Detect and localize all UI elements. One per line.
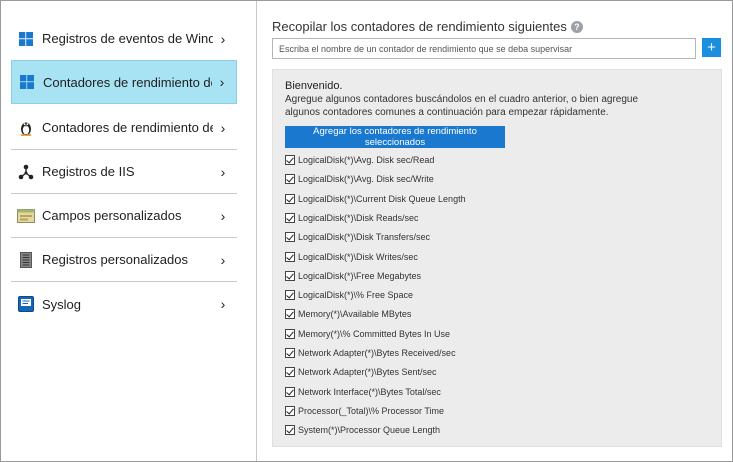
counter-checkbox[interactable] xyxy=(285,155,295,165)
help-icon[interactable]: ? xyxy=(570,20,583,33)
counter-label: Network Adapter(*)\Bytes Sent/sec xyxy=(298,367,437,378)
counter-item[interactable]: LogicalDisk(*)\Avg. Disk sec/Write xyxy=(285,172,434,186)
counter-label: Memory(*)\% Committed Bytes In Use xyxy=(298,328,451,339)
counter-item[interactable]: LogicalDisk(*)\Disk Transfers/sec xyxy=(285,230,430,244)
syslog-book-icon xyxy=(17,295,35,313)
counter-checkbox[interactable] xyxy=(285,405,295,416)
chevron-right-icon: › xyxy=(220,30,226,47)
welcome-text: Agregue algunos contadores buscándolos e… xyxy=(285,94,639,118)
counter-label: System(*)\Processor Queue Length xyxy=(298,425,441,436)
counter-label: Processor(_Total)\% Processor Time xyxy=(298,405,445,416)
counter-label: Memory(*)\Available MBytes xyxy=(298,309,412,320)
counter-item[interactable]: LogicalDisk(*)\Current Disk Queue Length xyxy=(285,192,466,206)
counter-item[interactable]: Network Adapter(*)\Bytes Received/sec xyxy=(285,346,456,360)
counter-item[interactable]: System(*)\Processor Queue Length xyxy=(285,423,440,437)
counter-checkbox[interactable] xyxy=(285,348,295,358)
counter-item[interactable]: LogicalDisk(*)\Disk Writes/sec xyxy=(285,250,418,264)
sidebar-item-windows-event-logs[interactable]: Registros de eventos de Windows › xyxy=(11,17,237,61)
sidebar-item-label: Registros personalizados xyxy=(42,252,188,267)
counter-item[interactable]: Network Interface(*)\Bytes Total/sec xyxy=(285,385,441,399)
counter-item[interactable]: LogicalDisk(*)\% Free Space xyxy=(285,288,413,302)
add-selected-counters-button[interactable]: Agregar los contadores de rendimiento se… xyxy=(285,126,505,148)
sidebar-item-label: Registros de eventos de Windows xyxy=(42,31,213,46)
custom-fields-icon xyxy=(17,207,35,225)
counter-item[interactable]: LogicalDisk(*)\Free Megabytes xyxy=(285,269,421,283)
chevron-right-icon: › xyxy=(220,296,226,312)
sidebar-item-custom-fields[interactable]: Campos personalizados › xyxy=(11,194,237,238)
add-counter-button[interactable]: + xyxy=(702,38,721,57)
counter-label: LogicalDisk(*)\Avg. Disk sec/Read xyxy=(298,155,435,165)
linux-penguin-icon xyxy=(17,119,35,137)
counter-search-input[interactable] xyxy=(272,38,696,59)
server-document-icon xyxy=(17,251,35,269)
sidebar-item-iis-logs[interactable]: Registros de IIS › xyxy=(11,150,237,194)
counter-checkbox[interactable] xyxy=(285,232,295,243)
sidebar-item-label: Campos personalizados xyxy=(42,208,182,223)
sidebar-item-custom-logs[interactable]: Registros personalizados › xyxy=(11,238,237,282)
section-title-text: Recopilar los contadores de rendimiento … xyxy=(272,19,567,34)
main-content: Recopilar los contadores de rendimiento … xyxy=(258,1,732,461)
counters-panel: Bienvenido. Agregue algunos contadores b… xyxy=(272,69,722,447)
counter-checkbox[interactable] xyxy=(285,193,295,204)
counter-label: LogicalDisk(*)\Disk Reads/sec xyxy=(298,212,419,223)
counter-checkbox[interactable] xyxy=(285,270,295,281)
chevron-right-icon: › xyxy=(220,251,226,268)
counter-label: LogicalDisk(*)\Disk Writes/sec xyxy=(298,251,418,262)
counter-item[interactable]: Memory(*)\Available MBytes xyxy=(285,307,411,321)
sidebar-item-windows-performance-counters[interactable]: Contadores de rendimiento de... › xyxy=(11,60,237,104)
windows-logo-icon xyxy=(17,30,35,48)
sidebar: Registros de eventos de Windows › Contad… xyxy=(1,1,257,461)
sidebar-item-label: Registros de IIS xyxy=(42,164,135,179)
counter-label: LogicalDisk(*)\% Free Space xyxy=(298,290,414,301)
counter-item[interactable]: LogicalDisk(*)\Disk Reads/sec xyxy=(285,211,419,225)
welcome-title: Bienvenido. xyxy=(285,80,343,92)
chevron-right-icon: › xyxy=(220,119,226,136)
sidebar-item-linux-performance-counters[interactable]: Contadores de rendimiento de... › xyxy=(11,106,237,150)
section-title: Recopilar los contadores de rendimiento … xyxy=(272,19,583,34)
counter-label: Network Interface(*)\Bytes Total/sec xyxy=(298,386,441,397)
counter-label: LogicalDisk(*)\Free Megabytes xyxy=(298,270,422,281)
counter-checkbox[interactable] xyxy=(285,425,295,436)
sidebar-item-label: Contadores de rendimiento de... xyxy=(43,74,212,90)
chevron-right-icon: › xyxy=(220,207,226,224)
counter-label: Network Adapter(*)\Bytes Received/sec xyxy=(298,348,456,358)
chevron-right-icon: › xyxy=(219,74,225,90)
windows-logo-icon xyxy=(18,73,36,91)
counter-checkbox[interactable] xyxy=(285,290,295,301)
counter-item[interactable]: Processor(_Total)\% Processor Time xyxy=(285,404,444,418)
counter-item[interactable]: Network Adapter(*)\Bytes Sent/sec xyxy=(285,365,437,379)
chevron-right-icon: › xyxy=(220,163,226,180)
counter-label: LogicalDisk(*)\Current Disk Queue Length xyxy=(298,193,466,204)
network-nodes-icon xyxy=(17,163,35,181)
counter-label: LogicalDisk(*)\Avg. Disk sec/Write xyxy=(298,174,434,185)
counter-checkbox[interactable] xyxy=(285,174,295,185)
counter-checkbox[interactable] xyxy=(285,328,295,339)
counter-checkbox[interactable] xyxy=(285,386,295,397)
counter-checkbox[interactable] xyxy=(285,309,295,320)
sidebar-item-label: Contadores de rendimiento de... xyxy=(42,120,213,135)
counter-item[interactable]: LogicalDisk(*)\Avg. Disk sec/Read xyxy=(285,153,434,167)
counter-checkbox[interactable] xyxy=(285,251,295,262)
counter-checkbox[interactable] xyxy=(285,367,295,378)
sidebar-item-label: Syslog xyxy=(42,296,82,312)
counter-checkbox[interactable] xyxy=(285,212,295,223)
counter-item[interactable]: Memory(*)\% Committed Bytes In Use xyxy=(285,327,450,341)
counter-label: LogicalDisk(*)\Disk Transfers/sec xyxy=(298,232,431,243)
sidebar-item-syslog[interactable]: Syslog › xyxy=(11,282,237,326)
